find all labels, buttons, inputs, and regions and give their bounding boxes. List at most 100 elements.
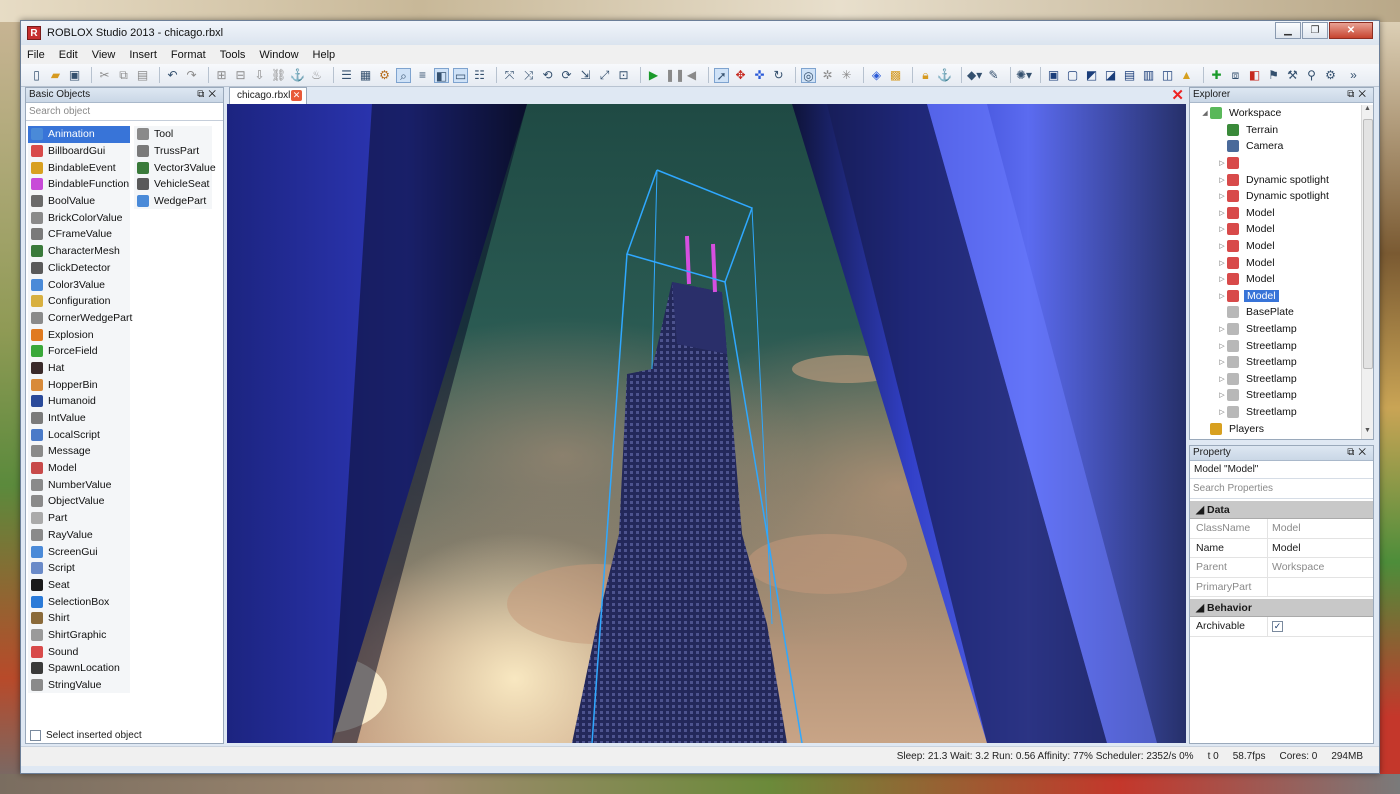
group-icon[interactable]: ⊞: [214, 68, 229, 83]
explorer-item[interactable]: ▷ Dynamic spotlight: [1190, 171, 1362, 188]
minimize-button[interactable]: ▁: [1275, 22, 1301, 39]
explorer-item[interactable]: ▷ Streetlamp: [1190, 321, 1362, 338]
settings-icon[interactable]: ⚙: [377, 68, 392, 83]
explorer-item[interactable]: Players: [1190, 420, 1362, 437]
camera-pan-icon[interactable]: ⤧: [502, 68, 517, 83]
camera-rotate-icon[interactable]: ⟲: [540, 68, 555, 83]
view-iso-icon[interactable]: ◫: [1160, 68, 1175, 83]
explorer-toggle-icon[interactable]: ☰: [339, 68, 354, 83]
explorer-scrollbar[interactable]: ▲ ▼: [1361, 105, 1373, 439]
camera-fit-icon[interactable]: ⊡: [616, 68, 631, 83]
open-folder-icon[interactable]: ▰: [48, 68, 63, 83]
object-item-cornerwedgepart[interactable]: CornerWedgePart: [28, 309, 132, 327]
explorer-item[interactable]: ▷ Streetlamp: [1190, 337, 1362, 354]
explorer-item[interactable]: ▷ Model: [1190, 271, 1362, 288]
play-icon[interactable]: ▶: [646, 68, 661, 83]
object-item-tool[interactable]: Tool: [134, 126, 212, 143]
view-left-icon[interactable]: ◩: [1084, 68, 1099, 83]
insert-object-icon[interactable]: ✚: [1209, 68, 1224, 83]
float-panel-icon[interactable]: ⧉: [1347, 447, 1358, 458]
object-item-spawnlocation[interactable]: SpawnLocation: [28, 660, 130, 677]
script-icon[interactable]: ☷: [472, 68, 487, 83]
explorer-item[interactable]: ▷ Streetlamp: [1190, 371, 1362, 388]
collapsed-arrow-icon[interactable]: ▷: [1217, 192, 1227, 200]
object-item-stringvalue[interactable]: StringValue: [28, 676, 130, 694]
property-row-archivable[interactable]: Archivable ✓: [1190, 617, 1373, 637]
object-item-billboardgui[interactable]: BillboardGui: [28, 142, 130, 160]
tab-chicago[interactable]: chicago.rbxl ✕: [229, 87, 307, 104]
insert-model-icon[interactable]: ◧: [1247, 68, 1262, 83]
object-item-explosion[interactable]: Explosion: [28, 326, 130, 343]
camera-zoom-icon[interactable]: ⟳: [559, 68, 574, 83]
color-dropdown-icon[interactable]: ◆▾: [967, 68, 982, 83]
explorer-item[interactable]: ▷ Streetlamp: [1190, 387, 1362, 404]
property-row-primarypart[interactable]: PrimaryPart: [1190, 577, 1373, 597]
search-object-input[interactable]: Search object: [26, 103, 223, 121]
insert-misc-icon[interactable]: ⚙: [1323, 68, 1338, 83]
search-properties-input[interactable]: Search Properties: [1190, 479, 1373, 499]
select-cursor-icon[interactable]: ➚: [714, 67, 729, 83]
float-panel-icon[interactable]: ⧉: [197, 89, 208, 100]
close-panel-icon[interactable]: ✕: [1358, 89, 1370, 100]
insert-part-icon[interactable]: ⧈: [1228, 68, 1243, 83]
copy-icon[interactable]: ⧉: [116, 68, 131, 83]
float-panel-icon[interactable]: ⧉: [1347, 89, 1358, 100]
cut-icon[interactable]: ✂: [97, 68, 112, 83]
resize-icon[interactable]: ✜: [752, 68, 767, 83]
object-item-shirtgraphic[interactable]: ShirtGraphic: [28, 626, 130, 644]
object-item-rayvalue[interactable]: RayValue: [28, 526, 130, 544]
explorer-item[interactable]: ▷ Model: [1190, 205, 1362, 222]
object-item-hopperbin[interactable]: HopperBin: [28, 376, 130, 393]
save-icon[interactable]: ▣: [67, 68, 82, 83]
view-front-icon[interactable]: ▣: [1046, 68, 1061, 83]
glue-icon[interactable]: ✳: [839, 68, 854, 83]
explorer-item[interactable]: ▷ Dynamic spotlight: [1190, 188, 1362, 205]
pause-icon[interactable]: ❚❚: [665, 68, 685, 83]
scroll-thumb[interactable]: [1363, 119, 1373, 369]
property-row-name[interactable]: Name Model: [1190, 538, 1373, 558]
collapsed-arrow-icon[interactable]: ▷: [1217, 259, 1227, 267]
properties-toggle-icon[interactable]: ▦: [358, 68, 373, 83]
object-item-brickcolorvalue[interactable]: BrickColorValue: [28, 209, 130, 227]
paint-icon[interactable]: ◈: [869, 68, 884, 83]
toolbar-overflow-icon[interactable]: »: [1346, 68, 1361, 83]
weld-icon[interactable]: ✲: [820, 68, 835, 83]
collapsed-arrow-icon[interactable]: ▷: [1217, 375, 1227, 383]
fire-icon[interactable]: ♨: [309, 68, 324, 83]
camera-look-icon[interactable]: ⇲: [578, 68, 593, 83]
drag-down-icon[interactable]: ⇩: [252, 68, 267, 83]
collapsed-arrow-icon[interactable]: ▷: [1217, 176, 1227, 184]
explorer-item[interactable]: ▷ Streetlamp: [1190, 404, 1362, 421]
object-item-seat[interactable]: Seat: [28, 576, 130, 594]
menu-view[interactable]: View: [92, 49, 116, 61]
view-back-icon[interactable]: ▢: [1065, 68, 1080, 83]
object-item-clickdetector[interactable]: ClickDetector: [28, 259, 130, 277]
view-bottom-icon[interactable]: ▥: [1141, 68, 1156, 83]
menu-window[interactable]: Window: [259, 49, 298, 61]
property-section-behavior[interactable]: ◢ Behavior: [1190, 599, 1373, 617]
object-item-numbervalue[interactable]: NumberValue: [28, 476, 130, 494]
select-inserted-option[interactable]: Select inserted object: [30, 730, 142, 741]
archivable-checkbox[interactable]: ✓: [1272, 621, 1283, 632]
object-item-cframevalue[interactable]: CFrameValue: [28, 226, 130, 243]
object-item-charactermesh[interactable]: CharacterMesh: [28, 242, 130, 260]
explorer-item[interactable]: Camera: [1190, 138, 1362, 155]
property-section-data[interactable]: ◢ Data: [1190, 501, 1373, 519]
object-item-bindableevent[interactable]: BindableEvent: [28, 159, 130, 177]
redo-icon[interactable]: ↷: [184, 68, 199, 83]
toolbox-icon[interactable]: ⌕: [396, 67, 411, 83]
collapsed-arrow-icon[interactable]: ▷: [1217, 275, 1227, 283]
collapsed-arrow-icon[interactable]: ▷: [1217, 225, 1227, 233]
ungroup-icon[interactable]: ⊟: [233, 68, 248, 83]
object-item-vehicleseat[interactable]: VehicleSeat: [134, 176, 212, 193]
maximize-button[interactable]: ❐: [1302, 22, 1328, 39]
explorer-item[interactable]: ▷ Model: [1190, 221, 1362, 238]
property-checkbox[interactable]: ✓: [1268, 617, 1288, 636]
explorer-item[interactable]: ▷ Streetlamp: [1190, 354, 1362, 371]
object-item-message[interactable]: Message: [28, 443, 130, 460]
collapsed-arrow-icon[interactable]: ▷: [1217, 242, 1227, 250]
object-item-wedgepart[interactable]: WedgePart: [134, 192, 212, 210]
scroll-up-icon[interactable]: ▲: [1362, 105, 1373, 117]
scroll-down-icon[interactable]: ▼: [1362, 427, 1373, 439]
object-item-boolvalue[interactable]: BoolValue: [28, 192, 130, 210]
